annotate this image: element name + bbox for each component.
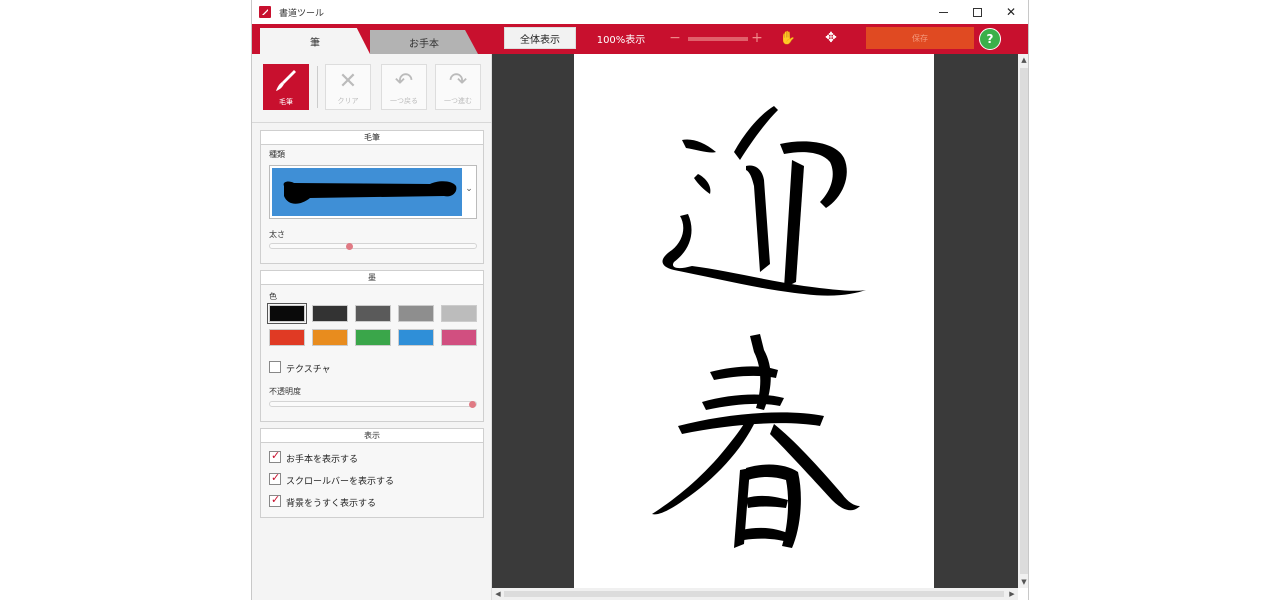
zoom-100-button[interactable]: 100%表示 bbox=[586, 27, 656, 49]
color-swatch[interactable] bbox=[312, 305, 348, 322]
color-swatch[interactable] bbox=[312, 329, 348, 346]
canvas-area[interactable]: 迎 春 bbox=[492, 54, 1018, 588]
maximize-button[interactable] bbox=[960, 0, 994, 24]
help-button[interactable]: ? bbox=[979, 28, 1001, 50]
opacity-slider-thumb[interactable] bbox=[469, 401, 476, 408]
character-stroke-1: 迎 bbox=[662, 106, 866, 296]
top-toolbar: 筆 お手本 全体表示 100%表示 − + ✋ ✥ 保存 ? bbox=[252, 24, 1028, 54]
horizontal-scroll-thumb[interactable] bbox=[504, 591, 1004, 597]
maximize-icon bbox=[972, 7, 982, 17]
color-swatch[interactable] bbox=[441, 305, 477, 322]
undo-label: 一つ戻る bbox=[390, 97, 418, 105]
show-model-checkbox[interactable] bbox=[269, 449, 281, 463]
texture-label: テクスチャ bbox=[286, 365, 331, 375]
zoom-slider[interactable] bbox=[688, 37, 748, 41]
brush-settings-panel: 毛筆 ✕ クリア ↶ 一つ戻る ↷ 一つ進む 毛筆 種類 ⌄ 太さ 墨 色 テク… bbox=[252, 54, 492, 600]
fit-view-button[interactable]: 全体表示 bbox=[504, 27, 576, 49]
light-background-checkbox[interactable] bbox=[269, 493, 281, 507]
clear-icon: ✕ bbox=[338, 69, 358, 94]
scroll-up-icon[interactable]: ▲ bbox=[1018, 54, 1028, 66]
color-swatch[interactable] bbox=[398, 329, 434, 346]
brush-icon bbox=[263, 68, 309, 101]
hand-icon[interactable]: ✋ bbox=[780, 27, 796, 49]
minimize-button[interactable] bbox=[926, 0, 960, 24]
show-model-label: お手本を表示する bbox=[286, 455, 359, 465]
color-label: 色 bbox=[269, 292, 277, 301]
app-window: 書道ツール ✕ 筆 お手本 全体表示 100%表示 − + ✋ ✥ 保存 ? 毛… bbox=[251, 0, 1029, 600]
close-button[interactable]: ✕ bbox=[994, 0, 1028, 24]
brush-group-header: 毛筆 bbox=[261, 131, 483, 145]
texture-checkbox[interactable] bbox=[269, 361, 281, 373]
tab-brush[interactable]: 筆 bbox=[260, 28, 370, 54]
drawing-paper[interactable]: 迎 春 bbox=[574, 54, 934, 588]
display-group: 表示 お手本を表示する スクロールバーを表示する 背景をうすく表示する bbox=[260, 428, 484, 518]
color-swatch[interactable] bbox=[267, 303, 307, 324]
clear-label: クリア bbox=[337, 97, 359, 105]
zoom-out-button[interactable]: − bbox=[668, 27, 682, 49]
chevron-down-icon: ⌄ bbox=[465, 184, 473, 194]
show-scrollbar-label: スクロールバーを表示する bbox=[286, 477, 395, 487]
color-swatch[interactable] bbox=[398, 305, 434, 322]
tool-separator bbox=[317, 66, 318, 108]
panel-divider bbox=[252, 122, 492, 123]
redo-label: 一つ進む bbox=[444, 97, 472, 105]
clear-button[interactable]: ✕ クリア bbox=[325, 64, 371, 110]
redo-icon: ↷ bbox=[448, 69, 468, 94]
brush-type-select[interactable]: ⌄ bbox=[269, 165, 477, 219]
opacity-label: 不透明度 bbox=[269, 387, 301, 396]
minimize-icon bbox=[938, 11, 948, 13]
brush-group: 毛筆 種類 ⌄ 太さ bbox=[260, 130, 484, 264]
brush-tool-button[interactable]: 毛筆 bbox=[263, 64, 309, 110]
light-background-label: 背景をうすく表示する bbox=[286, 499, 377, 509]
redo-button[interactable]: ↷ 一つ進む bbox=[435, 64, 481, 110]
app-logo-icon bbox=[259, 6, 271, 18]
close-icon: ✕ bbox=[1005, 5, 1017, 19]
window-title: 書道ツール bbox=[279, 8, 325, 19]
horizontal-scrollbar[interactable]: ◀ ▶ bbox=[492, 588, 1018, 600]
thickness-label: 太さ bbox=[269, 230, 285, 239]
thickness-slider-thumb[interactable] bbox=[346, 243, 354, 250]
title-bar: 書道ツール ✕ bbox=[252, 0, 1028, 24]
brush-type-label: 種類 bbox=[269, 150, 285, 159]
scroll-right-icon[interactable]: ▶ bbox=[1006, 588, 1018, 600]
thickness-slider[interactable] bbox=[269, 243, 477, 250]
opacity-slider[interactable] bbox=[269, 401, 477, 408]
color-swatch[interactable] bbox=[355, 305, 391, 322]
color-swatch[interactable] bbox=[269, 329, 305, 346]
scroll-left-icon[interactable]: ◀ bbox=[492, 588, 504, 600]
color-swatch[interactable] bbox=[441, 329, 477, 346]
scroll-down-icon[interactable]: ▼ bbox=[1018, 576, 1028, 588]
move-icon[interactable]: ✥ bbox=[822, 27, 840, 49]
brush-stroke-icon bbox=[283, 181, 457, 204]
ink-group: 墨 色 テクスチャ 不透明度 bbox=[260, 270, 484, 422]
save-label: 保存 bbox=[912, 33, 928, 43]
vertical-scrollbar[interactable]: ▲ ▼ bbox=[1018, 54, 1028, 588]
color-swatch[interactable] bbox=[355, 329, 391, 346]
display-group-header: 表示 bbox=[261, 429, 483, 443]
undo-button[interactable]: ↶ 一つ戻る bbox=[381, 64, 427, 110]
vertical-scroll-thumb[interactable] bbox=[1020, 68, 1028, 574]
ink-group-header: 墨 bbox=[261, 271, 483, 285]
tab-model[interactable]: お手本 bbox=[370, 30, 478, 54]
undo-icon: ↶ bbox=[394, 69, 414, 94]
show-scrollbar-checkbox[interactable] bbox=[269, 471, 281, 485]
brush-preview bbox=[272, 168, 462, 216]
save-button[interactable]: 保存 bbox=[866, 27, 974, 49]
zoom-in-button[interactable]: + bbox=[750, 27, 764, 49]
character-stroke-2: 春 bbox=[652, 334, 860, 548]
